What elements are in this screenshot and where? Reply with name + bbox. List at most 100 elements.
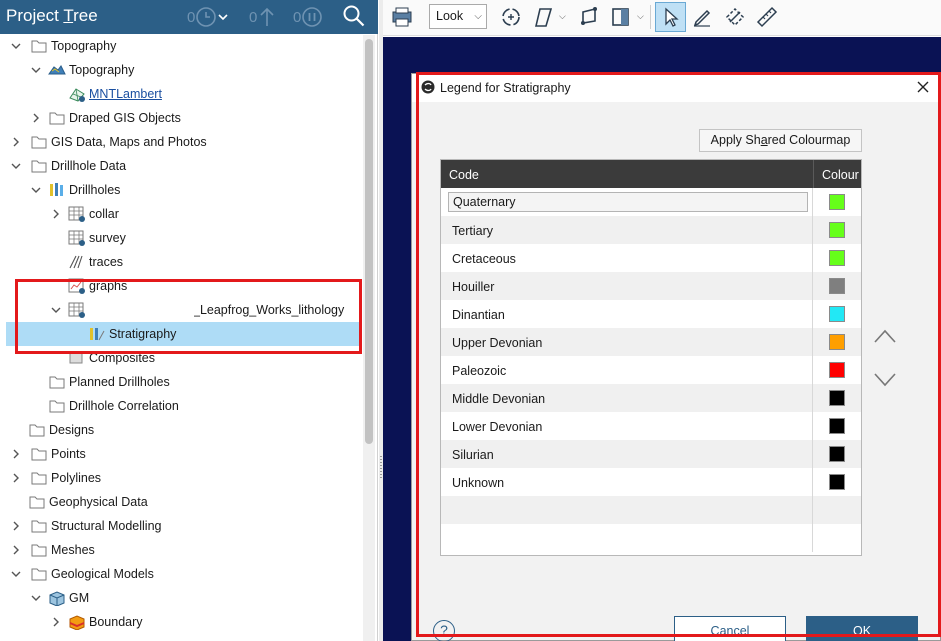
- tree-item[interactable]: traces: [0, 250, 362, 274]
- chevron-down-icon[interactable]: ⌵: [559, 11, 566, 22]
- move-up-button[interactable]: [872, 325, 898, 347]
- colour-cell[interactable]: [812, 244, 861, 272]
- tree-item[interactable]: Draped GIS Objects: [0, 106, 362, 130]
- move-down-button[interactable]: [872, 369, 898, 391]
- ok-button[interactable]: OK: [806, 616, 918, 641]
- column-header-colour[interactable]: Colour: [813, 160, 861, 188]
- legend-row[interactable]: Cretaceous: [441, 244, 861, 272]
- tree-item[interactable]: MNTLambert: [0, 82, 362, 106]
- chevron-down-icon[interactable]: [30, 64, 42, 76]
- scrollbar-thumb[interactable]: [365, 39, 373, 444]
- pause-control[interactable]: 0: [293, 6, 323, 28]
- tree-item[interactable]: Structural Modelling: [0, 514, 362, 538]
- colour-swatch[interactable]: [829, 250, 845, 266]
- legend-row[interactable]: Unknown: [441, 468, 861, 496]
- chevron-down-icon[interactable]: ⌵: [637, 11, 644, 22]
- chevron-right-icon[interactable]: [50, 616, 62, 628]
- colour-cell[interactable]: [812, 384, 861, 412]
- upload-control[interactable]: 0: [249, 6, 277, 28]
- tree-item[interactable]: Topography: [0, 58, 362, 82]
- tree-item[interactable]: graphs: [0, 274, 362, 298]
- colour-cell[interactable]: [812, 188, 861, 216]
- code-edit-field[interactable]: Quaternary: [448, 192, 808, 212]
- colour-swatch[interactable]: [829, 306, 845, 322]
- look-select[interactable]: Look ⌵: [429, 4, 487, 29]
- colour-swatch[interactable]: [829, 194, 845, 210]
- tree-item[interactable]: GM: [0, 586, 362, 610]
- tree-item[interactable]: survey: [0, 226, 362, 250]
- chevron-down-icon[interactable]: [10, 568, 22, 580]
- tree-item[interactable]: Drillhole Data: [0, 154, 362, 178]
- chevron-right-icon[interactable]: [10, 136, 22, 148]
- tree-item[interactable]: Meshes: [0, 538, 362, 562]
- tree-scrollbar[interactable]: [363, 35, 375, 641]
- tree-item[interactable]: Polylines: [0, 466, 362, 490]
- legend-row[interactable]: Silurian: [441, 440, 861, 468]
- flip-button[interactable]: [721, 3, 749, 31]
- measure-button[interactable]: [753, 3, 781, 31]
- cancel-button[interactable]: Cancel: [674, 616, 786, 641]
- tree-item[interactable]: GIS Data, Maps and Photos: [0, 130, 362, 154]
- tree-item[interactable]: collar: [0, 202, 362, 226]
- colour-swatch[interactable]: [829, 474, 845, 490]
- tree-item[interactable]: Drillhole Correlation: [0, 394, 362, 418]
- legend-row[interactable]: Houiller: [441, 272, 861, 300]
- tree-item[interactable]: Composites: [0, 346, 362, 370]
- draw-button[interactable]: [688, 3, 716, 31]
- colour-swatch[interactable]: [829, 446, 845, 462]
- help-button[interactable]: ?: [433, 620, 455, 641]
- legend-row[interactable]: Tertiary: [441, 216, 861, 244]
- legend-row[interactable]: Paleozoic: [441, 356, 861, 384]
- chevron-down-icon[interactable]: [30, 592, 42, 604]
- colour-cell[interactable]: [812, 216, 861, 244]
- colour-cell[interactable]: [812, 356, 861, 384]
- chevron-right-icon[interactable]: [10, 448, 22, 460]
- legend-row[interactable]: Middle Devonian: [441, 384, 861, 412]
- column-header-code[interactable]: Code: [449, 168, 479, 182]
- chevron-right-icon[interactable]: [10, 520, 22, 532]
- search-button[interactable]: [342, 5, 366, 27]
- colour-cell[interactable]: [812, 272, 861, 300]
- slice-button[interactable]: [529, 3, 557, 31]
- tree-item[interactable]: Boundary: [0, 610, 362, 634]
- select-button[interactable]: [655, 2, 686, 32]
- splitter-grip[interactable]: [380, 456, 382, 480]
- draw-slice-button[interactable]: [575, 3, 603, 31]
- print-button[interactable]: [388, 3, 416, 31]
- colour-cell[interactable]: [812, 468, 861, 496]
- colour-swatch[interactable]: [829, 362, 845, 378]
- clip-button[interactable]: [607, 3, 635, 31]
- tree-item[interactable]: Geological Models: [0, 562, 362, 586]
- colour-swatch[interactable]: [829, 278, 845, 294]
- colour-cell[interactable]: [812, 412, 861, 440]
- history-control[interactable]: 0: [187, 6, 229, 28]
- chevron-right-icon[interactable]: [50, 208, 62, 220]
- colour-swatch[interactable]: [829, 418, 845, 434]
- colour-cell[interactable]: [812, 440, 861, 468]
- legend-row[interactable]: Lower Devonian: [441, 412, 861, 440]
- legend-row[interactable]: Quaternary: [441, 188, 861, 216]
- legend-row[interactable]: Upper Devonian: [441, 328, 861, 356]
- colour-cell[interactable]: [812, 328, 861, 356]
- tree-item[interactable]: Topography: [0, 35, 362, 58]
- colour-cell[interactable]: [812, 300, 861, 328]
- chevron-right-icon[interactable]: [10, 544, 22, 556]
- chevron-down-icon[interactable]: [10, 40, 22, 52]
- tree-item[interactable]: Geophysical Data: [0, 490, 362, 514]
- colour-swatch[interactable]: [829, 334, 845, 350]
- rotate-button[interactable]: [497, 3, 525, 31]
- close-button[interactable]: [914, 78, 932, 96]
- tree-item[interactable]: Designs: [0, 418, 362, 442]
- tree-item[interactable]: Drillholes: [0, 178, 362, 202]
- chevron-down-icon[interactable]: [50, 304, 62, 316]
- chevron-down-icon[interactable]: [30, 184, 42, 196]
- apply-shared-colourmap-button[interactable]: Apply Shared Colourmap: [699, 129, 862, 152]
- tree-item[interactable]: Stratigraphy: [6, 322, 360, 346]
- chevron-right-icon[interactable]: [10, 472, 22, 484]
- chevron-right-icon[interactable]: [30, 112, 42, 124]
- colour-swatch[interactable]: [829, 222, 845, 238]
- tree-item[interactable]: Points: [0, 442, 362, 466]
- tree-item[interactable]: Planned Drillholes: [0, 370, 362, 394]
- colour-swatch[interactable]: [829, 390, 845, 406]
- chevron-down-icon[interactable]: [10, 160, 22, 172]
